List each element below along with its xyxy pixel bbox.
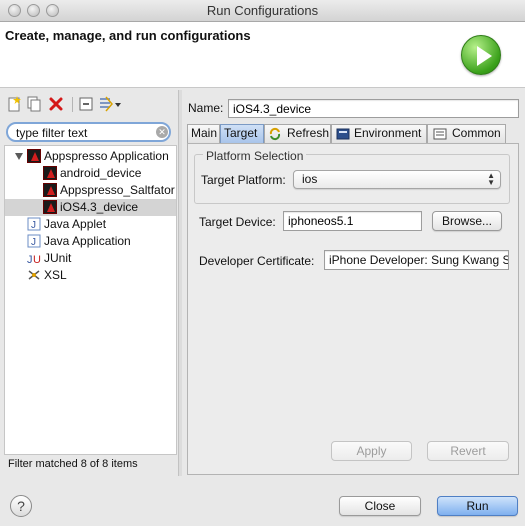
target-platform-select[interactable]: ios ▲ ▼ bbox=[293, 170, 501, 189]
tree-item-xsl[interactable]: XSL bbox=[5, 267, 176, 284]
tree-item-ios-device[interactable]: iOS4.3_device bbox=[5, 199, 176, 216]
appspresso-icon bbox=[43, 166, 57, 180]
close-button[interactable]: Close bbox=[339, 496, 421, 516]
collapse-all-icon[interactable] bbox=[78, 96, 94, 112]
tab-target[interactable]: Target bbox=[220, 124, 264, 143]
run-banner-icon bbox=[461, 35, 501, 75]
tab-label: Target bbox=[224, 126, 258, 140]
junit-icon: JU bbox=[27, 251, 41, 266]
tab-common[interactable]: Common bbox=[427, 124, 506, 143]
tree-item-label: Appspresso_Saltfator bbox=[60, 183, 175, 197]
clear-filter-icon[interactable]: ✕ bbox=[156, 126, 168, 138]
browse-button[interactable]: Browse... bbox=[432, 211, 502, 231]
target-device-field[interactable] bbox=[283, 211, 422, 231]
refresh-icon bbox=[268, 127, 282, 141]
tree-item-label: XSL bbox=[44, 268, 67, 282]
platform-selection-title: Platform Selection bbox=[203, 149, 307, 163]
tree-item-java-application[interactable]: J Java Application bbox=[5, 233, 176, 250]
tab-main[interactable]: Main bbox=[187, 124, 220, 143]
appspresso-icon bbox=[43, 183, 57, 197]
svg-text:J: J bbox=[31, 237, 36, 248]
appspresso-icon bbox=[43, 200, 57, 214]
duplicate-configuration-icon[interactable] bbox=[26, 96, 42, 112]
developer-certificate-field[interactable]: iPhone Developer: Sung Kwang Se bbox=[324, 250, 509, 270]
new-configuration-icon[interactable] bbox=[6, 96, 22, 112]
tab-label: Refresh bbox=[287, 126, 330, 140]
apply-button[interactable]: Apply bbox=[331, 441, 412, 461]
tab-label: Environment bbox=[354, 126, 422, 140]
svg-text:J: J bbox=[31, 220, 36, 231]
appspresso-icon bbox=[27, 149, 41, 163]
java-application-icon: J bbox=[27, 234, 41, 248]
configuration-toolbar bbox=[4, 96, 174, 116]
revert-button[interactable]: Revert bbox=[427, 441, 509, 461]
window-title: Run Configurations bbox=[206, 3, 319, 18]
svg-text:U: U bbox=[33, 254, 41, 265]
filter-field[interactable]: ✕ bbox=[6, 122, 171, 142]
target-platform-value: ios bbox=[302, 172, 318, 186]
tab-refresh[interactable]: Refresh bbox=[264, 124, 331, 143]
tree-item-android-device[interactable]: android_device bbox=[5, 165, 176, 182]
help-button[interactable]: ? bbox=[10, 495, 32, 517]
panel-splitter[interactable] bbox=[178, 90, 182, 476]
target-platform-label: Target Platform: bbox=[201, 173, 286, 187]
configuration-tree: Appspresso Application android_device Ap… bbox=[4, 145, 177, 455]
toolbar-separator bbox=[72, 97, 73, 112]
dialog-header: Create, manage, and run configurations bbox=[0, 22, 525, 88]
tab-environment[interactable]: Environment bbox=[331, 124, 427, 143]
tree-item-label: Java Application bbox=[44, 234, 131, 248]
expand-triangle-icon[interactable] bbox=[15, 153, 23, 160]
select-arrows-icon: ▲ ▼ bbox=[487, 171, 495, 187]
tree-item-label: Java Applet bbox=[44, 217, 107, 231]
tab-label: Main bbox=[191, 126, 218, 140]
tree-item-junit[interactable]: JU JUnit bbox=[5, 250, 176, 267]
filter-status: Filter matched 8 of 8 items bbox=[8, 458, 138, 470]
filter-configurations-icon[interactable] bbox=[98, 96, 121, 112]
tab-bar: Main Target Refresh Environment Common bbox=[187, 124, 519, 143]
title-bar: Run Configurations bbox=[0, 0, 525, 22]
tree-item-label: android_device bbox=[60, 166, 142, 180]
tree-item-label: iOS4.3_device bbox=[60, 200, 139, 214]
tree-item-appspresso-saltfator[interactable]: Appspresso_Saltfator bbox=[5, 182, 176, 199]
tree-item-appspresso-application[interactable]: Appspresso Application bbox=[5, 148, 176, 165]
xsl-icon bbox=[27, 268, 41, 282]
header-title: Create, manage, and run configurations bbox=[5, 28, 251, 43]
name-field[interactable] bbox=[228, 99, 519, 118]
developer-certificate-label: Developer Certificate: bbox=[199, 254, 315, 268]
target-device-label: Target Device: bbox=[199, 215, 276, 229]
svg-text:J: J bbox=[27, 254, 33, 265]
tree-item-java-applet[interactable]: J Java Applet bbox=[5, 216, 176, 233]
common-icon bbox=[433, 127, 447, 141]
name-label: Name: bbox=[188, 101, 224, 115]
tree-item-label: Appspresso Application bbox=[44, 149, 169, 163]
delete-configuration-icon[interactable] bbox=[48, 96, 64, 112]
environment-icon bbox=[336, 127, 350, 141]
tab-label: Common bbox=[452, 126, 501, 140]
filter-input[interactable] bbox=[16, 125, 156, 140]
tree-item-label: JUnit bbox=[44, 251, 72, 265]
java-applet-icon: J bbox=[27, 217, 41, 231]
run-button[interactable]: Run bbox=[437, 496, 518, 516]
